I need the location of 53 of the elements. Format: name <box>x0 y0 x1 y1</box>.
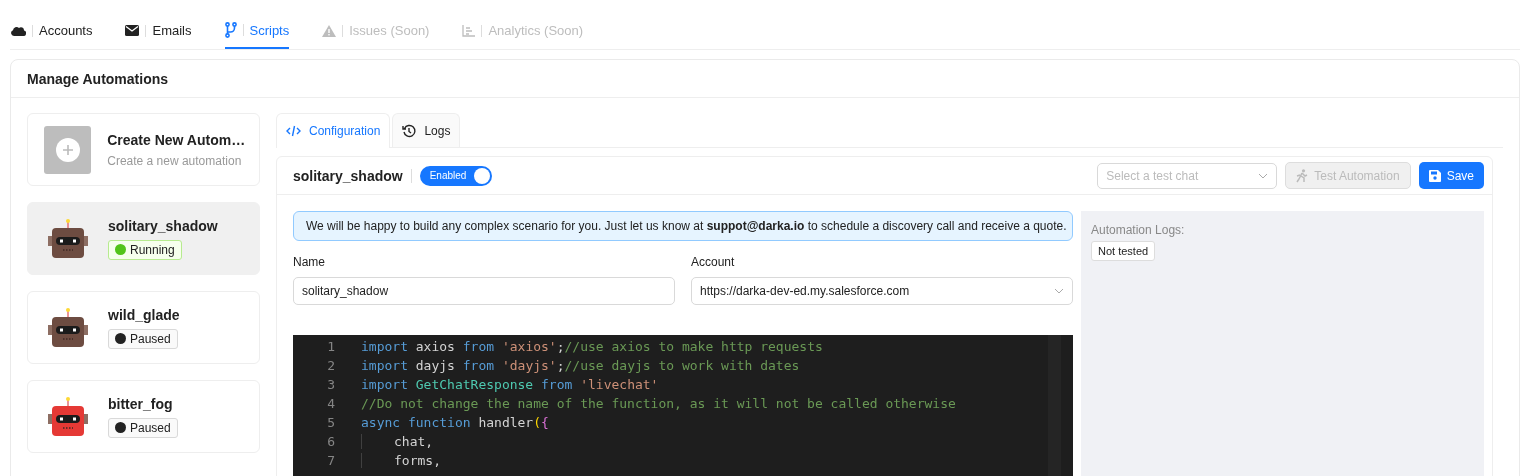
enabled-toggle[interactable]: Enabled <box>419 165 493 186</box>
automation-name: bitter_fog <box>108 395 174 412</box>
automation-name: solitary_shadow <box>108 217 218 234</box>
panel-title: Manage Automations <box>27 70 169 87</box>
save-button[interactable]: Save <box>1418 162 1484 189</box>
line-number: 3 <box>326 377 336 392</box>
running-person-icon <box>1296 168 1309 183</box>
line-number: 7 <box>326 453 336 468</box>
automation-name: wild_glade <box>108 306 180 323</box>
name-input[interactable]: solitary_shadow <box>293 277 675 305</box>
code-icon <box>286 125 301 137</box>
envelope-icon <box>125 25 140 36</box>
plus-icon <box>44 125 92 174</box>
cloud-icon <box>10 24 26 37</box>
branch-icon <box>224 22 237 38</box>
editor-tab[interactable]: Logs <box>392 113 461 147</box>
code-line: chat, <box>361 434 434 449</box>
status-badge: Paused <box>108 328 178 349</box>
history-icon <box>402 123 417 138</box>
nav-tab[interactable]: Accounts <box>10 23 93 49</box>
chart-icon <box>462 24 476 37</box>
code-line: async function handler({ <box>361 415 549 430</box>
code-line: import axios from 'axios';//use axios to make http requests <box>361 339 823 354</box>
create-automation-card[interactable]: Create New Autom… Create a new automation <box>27 113 260 186</box>
nav-tab[interactable]: Scripts <box>224 22 290 49</box>
card-subtitle: Create a new automation <box>107 153 243 168</box>
account-select[interactable]: https://darka-dev-ed.my.salesforce.com <box>691 277 1073 305</box>
automation-card[interactable]: bitter_fog Paused <box>27 380 260 453</box>
automation-card[interactable]: wild_glade Paused <box>27 291 260 364</box>
editor-tab[interactable]: Configuration <box>276 113 391 148</box>
code-line: import GetChatResponse from 'livechat' <box>361 377 659 392</box>
field-label: Name <box>293 255 326 269</box>
code-line: forms, <box>361 453 441 468</box>
card-title: Create New Autom… <box>107 131 243 148</box>
automation-card[interactable]: solitary_shadow Running <box>27 202 260 275</box>
field-label: Account <box>691 255 736 269</box>
code-line: import dayjs from 'dayjs';//use dayjs to work with dates <box>361 358 800 373</box>
nav-tab[interactable]: Emails <box>125 23 192 49</box>
line-number: 6 <box>326 434 336 449</box>
status-badge: Paused <box>108 417 178 438</box>
log-status-badge: Not tested <box>1091 241 1156 261</box>
line-number: 1 <box>326 339 336 354</box>
chevron-down-icon <box>1258 172 1269 179</box>
chevron-down-icon <box>1054 288 1064 294</box>
info-notice: We will be happy to build any complex scenario for you. Just let us know at suppot@darka.io to schedule a discovery call and receive a quote. <box>293 211 1073 241</box>
code-line: //Do not change the name of the function, as it will not be called otherwise <box>361 396 956 411</box>
status-badge: Running <box>108 239 182 260</box>
line-number: 5 <box>326 415 336 430</box>
warning-icon <box>322 24 337 37</box>
logs-label: Automation Logs: <box>1091 223 1185 237</box>
line-number: 4 <box>326 396 336 411</box>
line-number: 2 <box>326 358 336 373</box>
automation-title: solitary_shadow <box>293 167 403 184</box>
